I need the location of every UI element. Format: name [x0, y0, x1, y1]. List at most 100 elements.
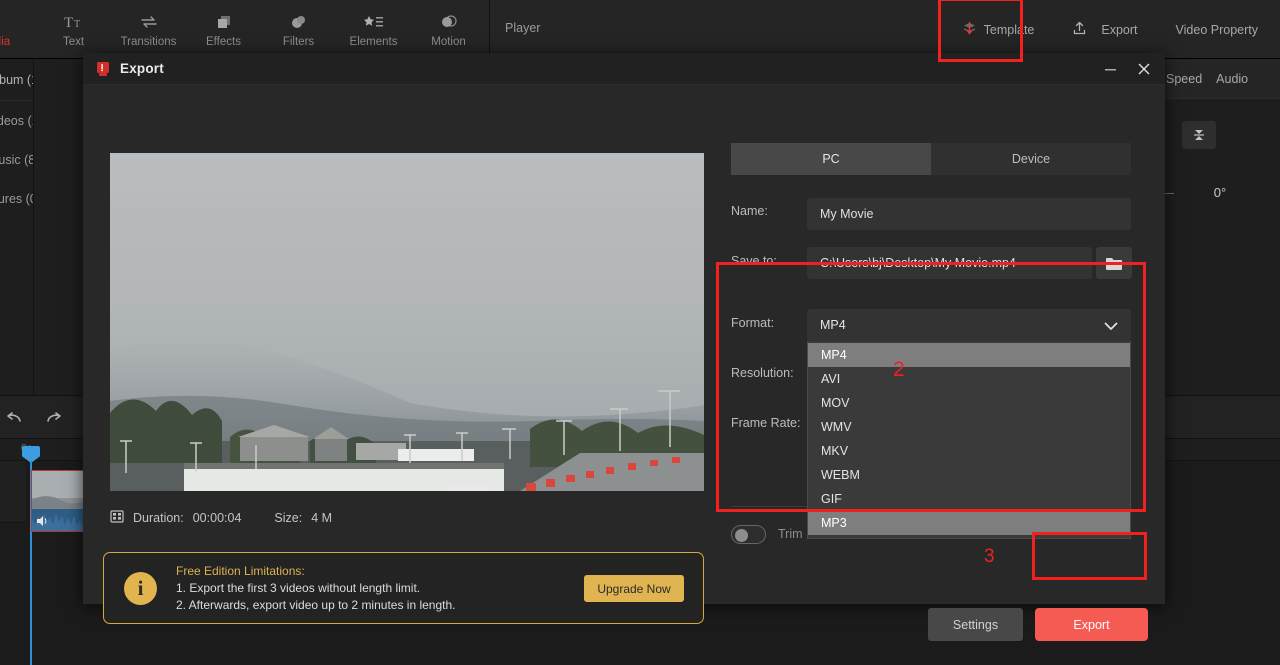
player-label: Player [505, 21, 541, 35]
media-icon [0, 11, 3, 33]
notice-line-2: 2. Afterwards, export video up to 2 minu… [176, 598, 456, 612]
name-input[interactable]: My Movie [807, 198, 1131, 230]
toolbar-tab-label: Filters [282, 36, 315, 48]
dialog-title: Export [120, 61, 164, 76]
toolbar-tab-motion[interactable]: Motion [411, 0, 486, 59]
filters-icon [290, 11, 308, 33]
info-icon: i [124, 571, 157, 605]
sidebar-item-music[interactable]: Music (88) [0, 140, 34, 179]
frame-rate-label: Frame Rate: [731, 416, 801, 430]
toolbar-tab-text[interactable]: TT Text [36, 0, 111, 59]
name-label: Name: [731, 204, 768, 218]
timeline-clip[interactable] [31, 470, 88, 532]
duration-label: Duration: [133, 511, 184, 525]
template-icon [962, 21, 977, 39]
format-option-mkv[interactable]: MKV [808, 439, 1130, 463]
format-option-gif[interactable]: GIF [808, 487, 1130, 511]
trim-label: Trim [778, 527, 803, 541]
motion-icon [440, 11, 458, 33]
minimize-icon[interactable] [1093, 53, 1127, 85]
text-icon: TT [64, 11, 84, 33]
notice-heading: Free Edition Limitations: [176, 564, 305, 578]
toolbar-tab-elements[interactable]: Elements [336, 0, 411, 59]
angle-value: 0° [1213, 185, 1227, 200]
app-logo-icon [95, 61, 111, 77]
toolbar-tab-transitions[interactable]: Transitions [111, 0, 186, 59]
resolution-label: Resolution: [731, 366, 794, 380]
film-icon [110, 510, 124, 526]
free-edition-notice: i Free Edition Limitations: 1. Export th… [103, 552, 704, 624]
dialog-body: Duration: 00:00:04 Size: 4 M i Free Edit… [83, 85, 1165, 641]
preview-meta: Duration: 00:00:04 Size: 4 M [110, 510, 332, 526]
destination-tabs: PC Device [731, 143, 1131, 175]
format-label: Format: [731, 316, 775, 330]
export-toolbar-label: Export [1101, 22, 1138, 37]
video-preview [110, 153, 704, 491]
toolbar-tab-label: Elements [349, 36, 398, 48]
toolbar-tab-effects[interactable]: Effects [186, 0, 261, 59]
template-button[interactable]: Template [946, 0, 1051, 59]
annotation-number-2: 2 [893, 358, 905, 381]
duration-value: 00:00:04 [192, 511, 242, 525]
format-option-wmv[interactable]: WMV [808, 415, 1130, 439]
redo-icon[interactable] [40, 406, 66, 430]
mute-icon[interactable] [36, 515, 50, 527]
format-dropdown: MP4 AVI MOV WMV MKV WEBM GIF MP3 [807, 341, 1131, 539]
dialog-titlebar: Export [83, 53, 1165, 85]
format-option-mp4[interactable]: MP4 [808, 343, 1130, 367]
effects-icon [215, 11, 233, 33]
toolbar-right-group: Template Export Video Property [946, 0, 1280, 59]
elements-icon [363, 11, 385, 33]
template-label: Template [983, 22, 1035, 37]
toolbar-tab-label: Media [0, 36, 11, 48]
chevron-down-icon [1104, 320, 1118, 334]
video-property-label: Video Property [1175, 22, 1258, 37]
property-tabs: Speed Audio [1160, 59, 1280, 99]
notice-text: Free Edition Limitations: 1. Export the … [176, 564, 456, 612]
sidebar-item-pictures[interactable]: Pictures (0) [0, 179, 34, 218]
toolbar-tab-label: Text [62, 36, 85, 48]
size-label: Size: [274, 511, 303, 525]
main-toolbar: Media TT Text Transitions Effects [0, 0, 1280, 59]
size-value: 4 M [311, 511, 333, 525]
export-dialog-button[interactable]: Export [1035, 608, 1148, 641]
toolbar-tab-group: Media TT Text Transitions Effects [0, 0, 490, 59]
format-option-mp3[interactable]: MP3 [808, 511, 1130, 535]
save-to-input[interactable]: C:\Users\bj\Desktop\My Movie.mp4 [807, 247, 1092, 279]
tab-speed[interactable]: Speed [1166, 72, 1202, 86]
upgrade-now-button[interactable]: Upgrade Now [584, 575, 684, 602]
undo-icon[interactable] [2, 406, 28, 430]
settings-button[interactable]: Settings [928, 608, 1023, 641]
format-option-avi[interactable]: AVI [808, 367, 1130, 391]
folder-icon[interactable] [1096, 247, 1132, 279]
save-to-label: Save to: [731, 254, 777, 268]
export-upload-icon [1072, 21, 1087, 39]
flip-vertical-button[interactable] [1182, 121, 1216, 149]
annotation-number-3: 3 [984, 546, 995, 567]
toolbar-tab-media[interactable]: Media [0, 0, 32, 59]
toolbar-tab-label: Transitions [120, 36, 177, 48]
transitions-icon [139, 11, 159, 33]
export-dialog: Export Duration: 00:00:04 Size: 4 M i Fr… [83, 53, 1165, 641]
format-option-mov[interactable]: MOV [808, 391, 1130, 415]
export-toolbar-button[interactable]: Export [1050, 0, 1159, 59]
format-select[interactable]: MP4 [807, 309, 1131, 341]
toolbar-tab-label: Effects [206, 36, 241, 48]
close-icon[interactable] [1127, 53, 1161, 85]
format-option-webm[interactable]: WEBM [808, 463, 1130, 487]
tab-device[interactable]: Device [931, 143, 1131, 175]
tab-pc[interactable]: PC [731, 143, 931, 175]
svg-text:T: T [74, 19, 80, 30]
svg-text:T: T [64, 15, 73, 30]
trim-toggle[interactable] [731, 525, 766, 544]
sidebar-item-videos[interactable]: Videos (1) [0, 101, 34, 140]
notice-line-1: 1. Export the first 3 videos without len… [176, 581, 421, 595]
toolbar-divider [489, 0, 490, 59]
timeline-track-header [0, 461, 26, 523]
tab-audio[interactable]: Audio [1216, 72, 1248, 86]
trim-toggle-knob [735, 529, 748, 542]
album-header: Album (1) [0, 59, 34, 101]
toolbar-tab-filters[interactable]: Filters [261, 0, 336, 59]
video-property-button[interactable]: Video Property [1160, 0, 1280, 59]
toolbar-tab-label: Motion [431, 36, 466, 48]
